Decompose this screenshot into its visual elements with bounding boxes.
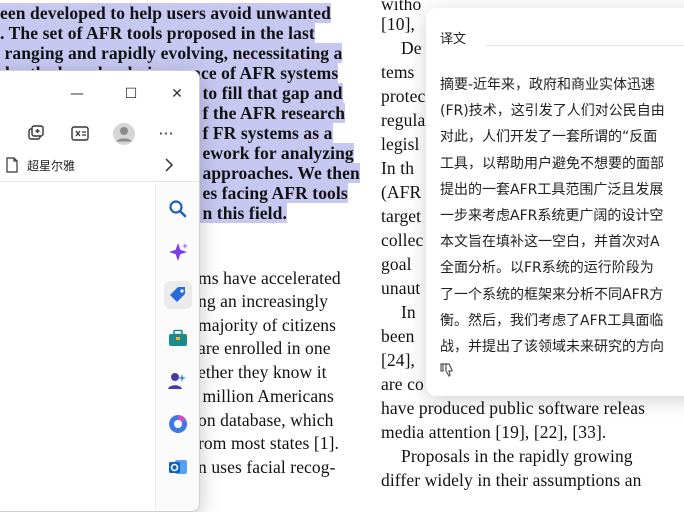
selected-abstract-line: . The set of AFR tools proposed in the l… (0, 23, 315, 43)
close-button[interactable]: ✕ (163, 81, 191, 107)
microsoft-365-icon[interactable] (164, 410, 192, 438)
paper-body-line: ng an increasingly (198, 291, 329, 311)
paper-body-line: on database, which (198, 410, 334, 430)
selected-abstract-line: ework for analyzing (198, 143, 354, 163)
paper-body-line: unaut (381, 278, 421, 298)
translation-line: 了一个系统的框架来分析不同AFR方 (440, 286, 664, 303)
selected-abstract-line: ranging and rapidly evolving, necessitat… (0, 43, 343, 63)
minimize-button[interactable]: — (63, 81, 91, 107)
translation-line: 本文旨在填补这一空白，并首次对A (440, 234, 660, 251)
paper-body-line: are enrolled in one (198, 338, 331, 358)
paper-body-line: majority of citizens (198, 315, 337, 335)
paper-body-line: regula (381, 110, 426, 130)
selected-abstract-line: een developed to help users avoid unwant… (0, 3, 331, 23)
selected-abstract-line: to fill that gap and (198, 83, 343, 103)
copilot-sparkle-icon[interactable] (164, 238, 192, 266)
paper-body-line: n uses facial recog- (198, 457, 336, 477)
paper-body-line: target (381, 206, 422, 226)
selected-abstract-line: f the AFR research (198, 103, 346, 123)
maximize-button[interactable]: ☐ (117, 81, 145, 107)
paper-body-line: legisl (381, 134, 420, 154)
search-icon[interactable] (164, 195, 192, 223)
translation-line: 全面分析。以FR系统的运行阶段为 (440, 260, 654, 277)
paper-body-line: witho (381, 0, 422, 14)
paper-body-line: protec (381, 86, 426, 106)
paper-body-line: are co (381, 374, 424, 394)
translation-title: 译文 (440, 32, 467, 47)
browser-content-area (0, 183, 155, 511)
translation-line: 摘要-近年来，政府和商业实体迅速 (440, 77, 656, 93)
paper-body-line: goal (381, 254, 412, 274)
paper-body-line: ms have accelerated (198, 268, 341, 288)
favorites-bar: 超星尔雅 (0, 151, 199, 182)
paper-body-line: ether they know it (198, 362, 327, 382)
title-bar[interactable]: — ☐ ✕ (0, 71, 199, 117)
games-icon[interactable] (164, 367, 192, 395)
translation-line: 工具，以帮助用户避免不想要的面部 (440, 155, 664, 172)
translation-line: 战，并提出了该领域未来研究的方向 (440, 339, 664, 355)
paper-body-line: been (381, 326, 415, 346)
paper-body-line: In th (381, 158, 415, 178)
page-favicon-icon (5, 157, 19, 173)
paper-body-line: have produced public software releas (381, 398, 646, 418)
paper-body-line: collec (381, 230, 424, 250)
shopping-tag-icon[interactable] (164, 281, 192, 309)
edge-sidebar (155, 183, 199, 511)
tab-actions-icon[interactable] (23, 121, 49, 147)
paper-body-line: (AFR (381, 182, 422, 202)
translation-line: 对此，人们开发了一套所谓的“反面 (440, 129, 658, 146)
more-icon[interactable]: ··· (153, 121, 179, 147)
tools-briefcase-icon[interactable] (164, 324, 192, 352)
paper-body-line: tems (381, 62, 415, 82)
translation-line: 一步来考虑AFR系统更广阔的设计空 (440, 208, 664, 224)
selected-abstract-line: f FR systems as a (198, 123, 333, 143)
translation-line: 衡。然后，我们考虑了AFR工具面临 (440, 312, 664, 329)
reading-view-icon[interactable] (67, 121, 93, 147)
paper-body-line: differ widely in their assumptions an (381, 470, 642, 490)
translation-line: 提出的一套AFR工具范围广泛且发展 (440, 181, 664, 198)
paper-body-line: [10], (381, 14, 416, 34)
chevron-right-icon[interactable] (161, 156, 177, 174)
translation-line: (FR)技术，这引发了人们对公民自由 (440, 103, 665, 120)
thumbs-down-icon[interactable] (440, 362, 456, 378)
paper-body-line: De (401, 38, 422, 58)
profile-avatar-icon[interactable] (111, 121, 137, 147)
paper-body-line: Proposals in the rapidly growing (401, 446, 633, 466)
selected-abstract-line: approaches. We then (198, 163, 360, 183)
paper-body-line: In (401, 302, 416, 322)
selected-abstract-line: n this field. (198, 203, 287, 223)
paper-body-line: [24], (381, 350, 416, 370)
divider (486, 45, 684, 46)
paper-body-line: media attention [19], [22], [33]. (381, 422, 607, 442)
outlook-icon[interactable] (164, 453, 192, 481)
browser-window[interactable]: — ☐ ✕ ··· 超星尔雅 (0, 70, 200, 512)
translation-panel: 译文 摘要-近年来，政府和商业实体迅速 (FR)技术，这引发了人们对公民自由 对此，… (426, 8, 684, 396)
browser-toolbar: ··· (0, 117, 199, 149)
paper-body-line: rom most states [1]. (198, 433, 340, 453)
selected-abstract-line: es facing AFR tools (198, 183, 348, 203)
paper-body-line: million Americans (198, 386, 334, 406)
favorite-item-chaoxing[interactable]: 超星尔雅 (27, 157, 75, 174)
